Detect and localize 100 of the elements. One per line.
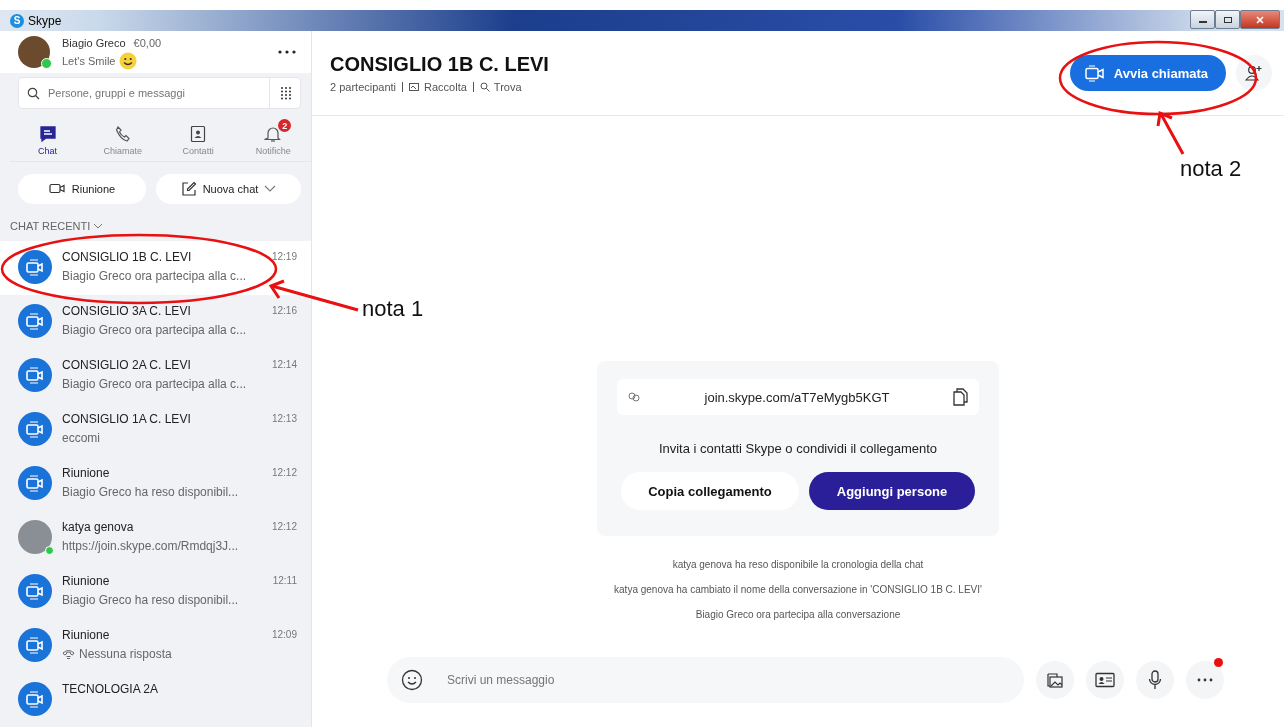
meeting-button[interactable]: Riunione <box>18 173 146 204</box>
more-options-button[interactable] <box>1186 661 1224 699</box>
chat-list-item[interactable]: Riunione 12:09 Nessuna risposta <box>0 619 311 673</box>
chat-time: 12:12 <box>271 521 297 532</box>
chat-list-item[interactable]: CONSIGLIO 2A C. LEVI 12:14 Biagio Greco ora partecipa alla c... <box>0 349 311 403</box>
contact-card-icon <box>189 125 208 144</box>
notification-count: 2 <box>278 119 292 133</box>
chat-title: Riunione <box>62 465 110 480</box>
chat-time: 12:09 <box>271 629 297 640</box>
profile-name: Biagio Greco <box>62 37 126 50</box>
add-person-button[interactable] <box>1236 55 1272 91</box>
contact-card-button[interactable] <box>1086 661 1124 699</box>
add-people-button[interactable]: Aggiungi persone <box>809 472 975 510</box>
close-button[interactable] <box>1240 10 1280 29</box>
section-heading[interactable]: CHAT RECENTI <box>10 220 91 233</box>
gallery-icon <box>409 82 421 92</box>
dial-pad-icon[interactable] <box>280 85 292 101</box>
microphone-button[interactable] <box>1136 661 1174 699</box>
participants-link[interactable]: 2 partecipanti <box>330 81 397 93</box>
system-message: katya genova ha reso disponibile la cronologia della chat <box>672 558 924 572</box>
start-call-button[interactable]: Avvia chiamata <box>1069 55 1226 91</box>
video-group-avatar-icon <box>18 358 52 392</box>
chevron-down-icon <box>264 185 277 192</box>
mood-message: Let's Smile <box>62 55 116 68</box>
annotation-arrow <box>1156 110 1186 156</box>
chat-time: 12:19 <box>271 251 297 262</box>
annotation-label: nota 2 <box>1180 156 1242 182</box>
chat-list-item[interactable]: Riunione 12:11 Biagio Greco ha reso disponibil... <box>0 565 311 619</box>
video-camera-icon <box>48 181 66 196</box>
nav-tab[interactable]: 2 Notifiche <box>243 117 304 157</box>
copy-link-button[interactable]: Copia collegamento <box>621 472 799 510</box>
smiley-icon <box>119 52 138 71</box>
chat-time: 12:12 <box>271 467 297 478</box>
chat-preview: Nessuna risposta <box>79 647 172 661</box>
credit-balance: €0,00 <box>133 37 162 50</box>
chat-title: Riunione <box>62 627 110 642</box>
new-chat-button[interactable]: Nuova chat <box>156 173 301 204</box>
chat-title: CONSIGLIO 2A C. LEVI <box>62 357 191 372</box>
chat-time: 12:11 <box>272 575 297 586</box>
chat-preview: Biagio Greco ha reso disponibil... <box>62 593 239 607</box>
minimize-button[interactable] <box>1190 10 1215 29</box>
chat-list-item[interactable]: CONSIGLIO 1A C. LEVI 12:13 eccomi <box>0 403 311 457</box>
chat-list-item[interactable]: Riunione 12:12 Biagio Greco ha reso disponibil... <box>0 457 311 511</box>
more-options-icon <box>1197 678 1213 682</box>
microphone-icon <box>1148 670 1162 690</box>
chat-time: 12:13 <box>271 413 297 424</box>
more-options-icon[interactable] <box>278 50 296 55</box>
chat-title: Riunione <box>62 573 110 588</box>
chat-preview: Biagio Greco ora partecipa alla c... <box>62 377 247 391</box>
nav-tab[interactable]: Chat <box>17 117 78 157</box>
compose-icon <box>180 180 197 197</box>
bell-icon <box>264 125 283 144</box>
system-message: Biagio Greco ora partecipa alla conversazione <box>695 608 901 622</box>
profile-avatar[interactable] <box>18 36 50 69</box>
conversation-title: CONSIGLIO 1B C. LEVI <box>330 53 549 76</box>
chevron-down-icon[interactable] <box>93 223 104 230</box>
online-status-icon <box>45 546 54 555</box>
video-group-avatar-icon <box>18 574 52 608</box>
maximize-button[interactable] <box>1215 10 1240 29</box>
chat-icon <box>38 125 57 144</box>
video-group-avatar-icon <box>18 412 52 446</box>
chat-list-item[interactable]: CONSIGLIO 3A C. LEVI 12:16 Biagio Greco ora partecipa alla c... <box>0 295 311 349</box>
chat-title: CONSIGLIO 1A C. LEVI <box>62 411 191 426</box>
video-group-avatar-icon <box>18 250 52 284</box>
chat-title: katya genova <box>62 519 134 534</box>
search-icon <box>27 86 40 100</box>
chat-preview: eccomi <box>62 431 100 445</box>
contact-card-icon <box>1095 672 1115 688</box>
media-button[interactable] <box>1036 661 1074 699</box>
window-title: Skype <box>28 13 62 28</box>
invite-instructions: Invita i contatti Skype o condividi il collegamento <box>658 441 938 456</box>
gallery-link[interactable]: Raccolta <box>409 81 467 93</box>
invite-link[interactable]: join.skype.com/aT7eMygb5KGT <box>704 389 890 405</box>
video-group-avatar-icon <box>18 628 52 662</box>
message-input[interactable]: Scrivi un messaggio <box>445 672 1010 688</box>
chat-preview: Biagio Greco ora partecipa alla c... <box>62 323 247 337</box>
chat-preview: https://join.skype.com/Rmdqj3J... <box>62 539 239 553</box>
maximize-icon <box>1222 15 1233 24</box>
chat-list-item[interactable]: CONSIGLIO 1B C. LEVI 12:19 Biagio Greco ora partecipa alla c... <box>0 241 311 295</box>
chat-time: 12:16 <box>271 305 297 316</box>
copy-icon[interactable] <box>953 388 969 406</box>
chat-list-item[interactable]: TECNOLOGIA 2A <box>0 673 311 727</box>
chat-list-item[interactable]: katya genova 12:12 https://join.skype.com/Rmdqj3J... <box>0 511 311 565</box>
search-input[interactable]: Persone, gruppi e messaggi <box>46 86 263 101</box>
video-camera-icon <box>1083 64 1106 82</box>
chat-preview: Biagio Greco ha reso disponibil... <box>62 485 239 499</box>
system-message: katya genova ha cambiato il nome della conversazione in 'CONSIGLIO 1B C. LEVI' <box>614 583 982 597</box>
chat-title: CONSIGLIO 3A C. LEVI <box>62 303 191 318</box>
video-group-avatar-icon <box>18 304 52 338</box>
image-icon <box>1045 671 1065 689</box>
message-field[interactable]: Scrivi un messaggio <box>387 657 1024 703</box>
phone-icon <box>113 125 132 144</box>
video-group-avatar-icon <box>18 682 52 716</box>
search-field[interactable]: Persone, gruppi e messaggi <box>18 77 301 110</box>
annotation-label: nota 1 <box>362 296 424 322</box>
chat-title: TECNOLOGIA 2A <box>62 681 159 696</box>
find-link[interactable]: Trova <box>479 81 522 93</box>
skype-logo: S <box>10 13 24 28</box>
emoji-icon[interactable] <box>401 669 423 691</box>
chat-preview: Biagio Greco ora partecipa alla c... <box>62 269 247 283</box>
